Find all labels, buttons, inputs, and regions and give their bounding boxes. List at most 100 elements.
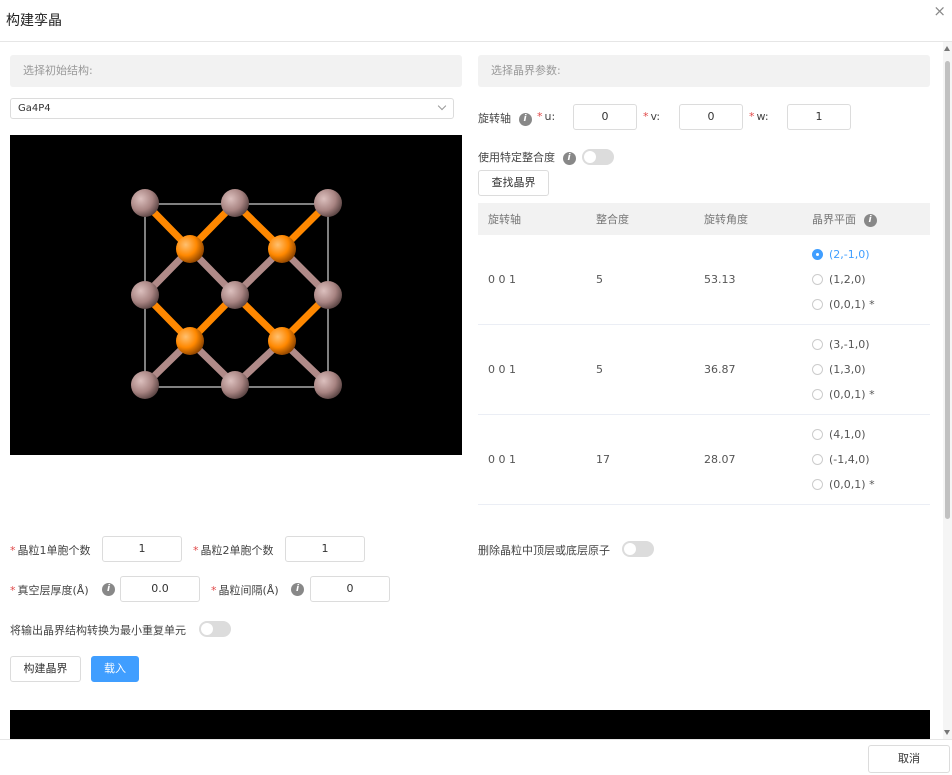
info-icon[interactable]: i bbox=[102, 583, 115, 596]
result-viewer[interactable] bbox=[10, 710, 930, 739]
specific-sigma-row: 使用特定整合度 i bbox=[478, 149, 576, 165]
rotation-axis-row: 旋转轴 i bbox=[478, 110, 532, 126]
radio-dot-icon bbox=[812, 249, 823, 260]
plane-radio-group: (3,-1,0) (1,3,0) (0,0,1) * bbox=[802, 338, 930, 401]
gap-input[interactable]: 0 bbox=[310, 576, 390, 602]
rotation-axis-label: 旋转轴 bbox=[478, 112, 511, 125]
info-icon[interactable]: i bbox=[863, 213, 877, 227]
table-row[interactable]: 0 0 1 17 28.07 (4,1,0) (-1,4,0) (0,0,1) … bbox=[478, 415, 930, 505]
u-input[interactable]: 0 bbox=[573, 104, 637, 130]
plane-label: (0,0,1) * bbox=[829, 478, 875, 491]
cancel-button[interactable]: 取消 bbox=[868, 745, 950, 773]
header-plane-wrap: 晶界平面 i bbox=[802, 211, 930, 227]
cell-angle: 28.07 bbox=[704, 453, 736, 466]
v-input[interactable]: 0 bbox=[679, 104, 743, 130]
w-input[interactable]: 1 bbox=[787, 104, 851, 130]
grain1-input[interactable]: 1 bbox=[102, 536, 182, 562]
scroll-up-icon[interactable] bbox=[944, 46, 950, 51]
chevron-down-icon bbox=[437, 101, 447, 111]
close-icon[interactable]: × bbox=[933, 2, 946, 20]
plane-radio[interactable]: (4,1,0) bbox=[812, 428, 930, 441]
load-button[interactable]: 载入 bbox=[91, 656, 139, 682]
grain2-label: 晶粒2单胞个数 bbox=[200, 544, 274, 557]
twin-builder-dialog: 构建孪晶 × 选择初始结构: Ga4P4 选择晶界参数: 旋转轴 i * u: … bbox=[0, 0, 952, 775]
table-header: 旋转轴 整合度 旋转角度 晶界平面 i bbox=[478, 203, 930, 235]
plane-label: (1,3,0) bbox=[829, 363, 866, 376]
plane-radio[interactable]: (1,2,0) bbox=[812, 273, 930, 286]
radio-dot-icon bbox=[812, 479, 823, 490]
build-boundary-button[interactable]: 构建晶界 bbox=[10, 656, 81, 682]
plane-radio[interactable]: (3,-1,0) bbox=[812, 338, 930, 351]
header-plane: 晶界平面 bbox=[812, 213, 856, 226]
plane-label: (1,2,0) bbox=[829, 273, 866, 286]
specific-sigma-label: 使用特定整合度 bbox=[478, 151, 555, 164]
cell-axis: 0 0 1 bbox=[488, 363, 516, 376]
gap-label: 晶粒间隔(Å) bbox=[218, 584, 279, 597]
grain2-label-wrap: * 晶粒2单胞个数 bbox=[193, 544, 274, 557]
plane-radio[interactable]: (2,-1,0) bbox=[812, 248, 930, 261]
plane-label: (-1,4,0) bbox=[829, 453, 870, 466]
radio-dot-icon bbox=[812, 429, 823, 440]
vertical-scrollbar[interactable] bbox=[943, 42, 952, 739]
info-icon[interactable]: i bbox=[562, 151, 576, 165]
structure-select[interactable]: Ga4P4 bbox=[10, 98, 454, 119]
grain1-label: 晶粒1单胞个数 bbox=[17, 544, 91, 557]
boundary-table: 旋转轴 整合度 旋转角度 晶界平面 i 0 0 1 5 53.13 (2,-1,… bbox=[478, 203, 930, 525]
plane-label: (2,-1,0) bbox=[829, 248, 870, 261]
convert-toggle[interactable] bbox=[199, 621, 231, 637]
u-label: u: bbox=[544, 110, 556, 123]
cell-sigma: 5 bbox=[596, 363, 603, 376]
grain1-label-wrap: * 晶粒1单胞个数 bbox=[10, 544, 91, 557]
w-label-wrap: * w: bbox=[749, 110, 769, 123]
vacuum-label-wrap: * 真空层厚度(Å) bbox=[10, 584, 89, 597]
plane-radio-group: (2,-1,0) (1,2,0) (0,0,1) * bbox=[802, 248, 930, 311]
plane-radio[interactable]: (1,3,0) bbox=[812, 363, 930, 376]
v-label: v: bbox=[650, 110, 661, 123]
grain-boundary-params-header: 选择晶界参数: bbox=[478, 55, 930, 87]
radio-dot-icon bbox=[812, 274, 823, 285]
vacuum-input[interactable]: 0.0 bbox=[120, 576, 200, 602]
u-label-wrap: * u: bbox=[537, 110, 556, 123]
table-row[interactable]: 0 0 1 5 53.13 (2,-1,0) (1,2,0) (0,0,1) * bbox=[478, 235, 930, 325]
specific-sigma-toggle[interactable] bbox=[582, 149, 614, 165]
scrollbar-thumb[interactable] bbox=[945, 61, 950, 519]
plane-radio[interactable]: (0,0,1) * bbox=[812, 478, 930, 491]
crystal-structure-render bbox=[131, 189, 342, 399]
cell-axis: 0 0 1 bbox=[488, 273, 516, 286]
cell-sigma: 17 bbox=[596, 453, 610, 466]
plane-label: (4,1,0) bbox=[829, 428, 866, 441]
header-sigma: 整合度 bbox=[596, 213, 629, 226]
plane-radio[interactable]: (0,0,1) * bbox=[812, 298, 930, 311]
info-icon[interactable]: i bbox=[518, 112, 532, 126]
radio-dot-icon bbox=[812, 339, 823, 350]
grain2-input[interactable]: 1 bbox=[285, 536, 365, 562]
delete-atoms-label: 删除晶粒中顶层或底层原子 bbox=[478, 544, 610, 557]
radio-dot-icon bbox=[812, 364, 823, 375]
header-axis: 旋转轴 bbox=[488, 213, 521, 226]
footer-divider bbox=[0, 739, 952, 740]
plane-radio[interactable]: (-1,4,0) bbox=[812, 453, 930, 466]
scroll-down-icon[interactable] bbox=[944, 730, 950, 735]
table-row[interactable]: 0 0 1 5 36.87 (3,-1,0) (1,3,0) (0,0,1) * bbox=[478, 325, 930, 415]
gap-label-wrap: * 晶粒间隔(Å) bbox=[211, 584, 279, 597]
plane-label: (0,0,1) * bbox=[829, 298, 875, 311]
structure-viewer[interactable] bbox=[10, 135, 462, 455]
dialog-title: 构建孪晶 bbox=[6, 13, 62, 29]
dialog-body: 选择初始结构: Ga4P4 选择晶界参数: 旋转轴 i * u: 0 * v: … bbox=[0, 42, 952, 739]
cell-sigma: 5 bbox=[596, 273, 603, 286]
cell-axis: 0 0 1 bbox=[488, 453, 516, 466]
info-icon[interactable]: i bbox=[291, 583, 304, 596]
vacuum-label: 真空层厚度(Å) bbox=[17, 584, 89, 597]
w-label: w: bbox=[756, 110, 769, 123]
radio-dot-icon bbox=[812, 389, 823, 400]
find-boundary-button[interactable]: 查找晶界 bbox=[478, 170, 549, 196]
radio-dot-icon bbox=[812, 299, 823, 310]
v-label-wrap: * v: bbox=[643, 110, 661, 123]
plane-radio[interactable]: (0,0,1) * bbox=[812, 388, 930, 401]
cell-angle: 53.13 bbox=[704, 273, 736, 286]
convert-label: 将输出晶界结构转换为最小重复单元 bbox=[10, 624, 186, 637]
plane-label: (3,-1,0) bbox=[829, 338, 870, 351]
initial-structure-header: 选择初始结构: bbox=[10, 55, 462, 87]
delete-atoms-toggle[interactable] bbox=[622, 541, 654, 557]
radio-dot-icon bbox=[812, 454, 823, 465]
